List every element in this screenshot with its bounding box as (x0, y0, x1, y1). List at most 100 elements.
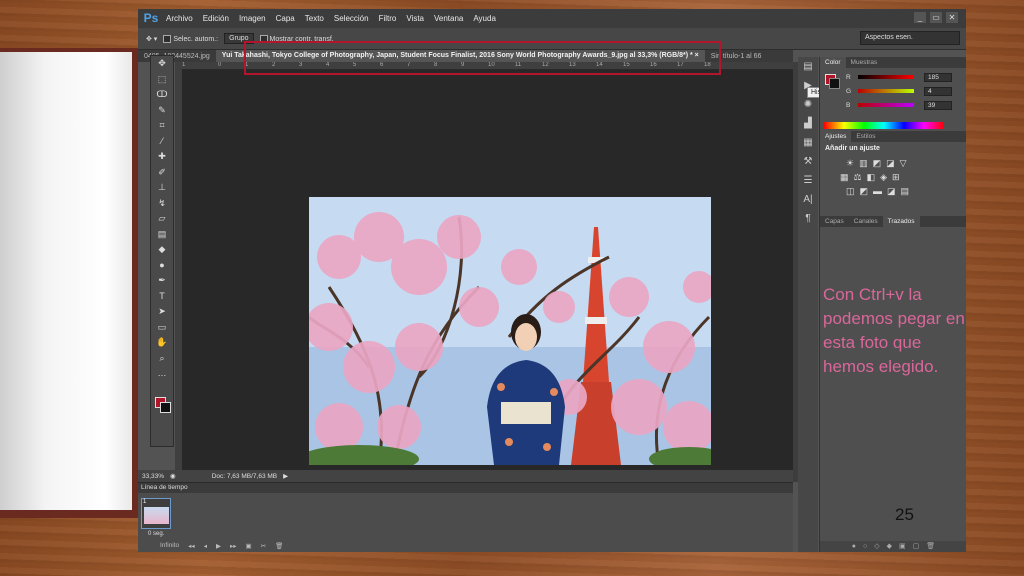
photoshop-window: Ps Archivo Edición Imagen Capa Texto Sel… (138, 9, 966, 552)
levels-icon[interactable]: ▥ (859, 158, 868, 169)
channel-mixer-icon[interactable]: ⊞ (892, 172, 900, 183)
prev-frame-icon[interactable]: ◂ (204, 542, 207, 550)
invert-icon[interactable]: ◫ (846, 186, 855, 197)
character-icon[interactable]: A| (798, 190, 818, 209)
tab-paths[interactable]: Trazados (882, 216, 920, 227)
more-tools-icon[interactable]: … (151, 366, 173, 382)
trash-icon[interactable]: 🗑 (275, 542, 283, 550)
lasso-tool-icon[interactable]: ↀ (151, 87, 173, 103)
auto-select-checkbox[interactable] (163, 34, 172, 43)
workspace-dropdown[interactable]: Aspectos esen. (860, 31, 960, 45)
load-selection-icon[interactable]: ◇ (874, 541, 879, 552)
move-tool-icon[interactable]: ✥ (151, 56, 173, 72)
properties-icon[interactable]: ☰ (798, 171, 818, 190)
menu-texto[interactable]: Texto (300, 14, 329, 23)
selective-color-icon[interactable]: ◪ (887, 186, 896, 197)
curves-icon[interactable]: ◩ (873, 158, 882, 169)
duplicate-frame-icon[interactable]: ▣ (245, 542, 251, 550)
add-mask-icon[interactable]: ▣ (899, 541, 906, 552)
frame-delay[interactable]: 0 seg. (148, 531, 164, 537)
document-photo[interactable] (309, 197, 711, 465)
zoom-level[interactable]: 33,33% (142, 473, 164, 480)
healing-tool-icon[interactable]: ✚ (151, 149, 173, 165)
red-value-input[interactable]: 185 (924, 72, 952, 82)
canvas-area[interactable] (182, 70, 793, 470)
hand-tool-icon[interactable]: ✋ (151, 335, 173, 351)
make-path-icon[interactable]: ◆ (887, 541, 892, 552)
pen-tool-icon[interactable]: ✒ (151, 273, 173, 289)
minimize-button[interactable]: _ (914, 12, 926, 23)
delete-path-icon[interactable]: 🗑 (926, 541, 935, 552)
photo-filter-icon[interactable]: ◈ (880, 172, 887, 183)
menu-capa[interactable]: Capa (271, 14, 300, 23)
loop-dropdown[interactable]: Infinito (160, 542, 179, 550)
tab-styles[interactable]: Estilos (851, 131, 880, 142)
stroke-path-icon[interactable]: ○ (863, 541, 867, 552)
fill-path-icon[interactable]: ● (852, 541, 856, 552)
threshold-icon[interactable]: ▬ (873, 186, 882, 197)
auto-select-option[interactable]: Selec. autom.: (163, 34, 218, 43)
hue-saturation-icon[interactable]: ▦ (840, 172, 849, 183)
zoom-tool-icon[interactable]: ⌕ (151, 351, 173, 367)
marquee-tool-icon[interactable]: ⬚ (151, 72, 173, 88)
brush-tool-icon[interactable]: ✐ (151, 165, 173, 181)
tool-presets-icon[interactable]: ⚒ (798, 152, 818, 171)
menu-vista[interactable]: Vista (401, 14, 429, 23)
close-button[interactable]: ✕ (946, 12, 958, 23)
background-color-swatch[interactable] (160, 402, 171, 413)
vibrance-icon[interactable]: ▽ (900, 158, 907, 169)
frame-thumbnail (144, 507, 169, 524)
maximize-button[interactable]: ▭ (930, 12, 942, 23)
type-tool-icon[interactable]: T (151, 289, 173, 305)
menu-filtro[interactable]: Filtro (374, 14, 402, 23)
tween-icon[interactable]: ✂ (261, 542, 266, 550)
menu-ayuda[interactable]: Ayuda (468, 14, 501, 23)
green-slider[interactable] (858, 89, 914, 93)
status-arrow-icon[interactable]: ▶ (283, 472, 288, 480)
move-tool-icon[interactable]: ✥ ▾ (146, 35, 157, 43)
gradient-map-icon[interactable]: ▤ (901, 186, 910, 197)
brightness-icon[interactable]: ☀ (846, 158, 854, 169)
quick-select-tool-icon[interactable]: ✎ (151, 103, 173, 119)
black-white-icon[interactable]: ◧ (867, 172, 876, 183)
blur-tool-icon[interactable]: ◆ (151, 242, 173, 258)
green-value-input[interactable]: 4 (924, 86, 952, 96)
shape-tool-icon[interactable]: ▭ (151, 320, 173, 336)
tab-channels[interactable]: Canales (849, 216, 883, 227)
history-icon[interactable]: ▤ (798, 57, 818, 76)
posterize-icon[interactable]: ◩ (860, 186, 869, 197)
menu-seleccion[interactable]: Selección (329, 14, 374, 23)
dodge-tool-icon[interactable]: ● (151, 258, 173, 274)
status-icon[interactable]: ◉ (170, 472, 176, 480)
tab-swatches[interactable]: Muestras (846, 57, 883, 68)
play-icon[interactable]: ▶ (216, 542, 221, 550)
info-icon[interactable]: ▦ (798, 133, 818, 152)
timeline-frame[interactable]: 1 (141, 498, 171, 529)
color-balance-icon[interactable]: ⚖ (854, 172, 862, 183)
tab-adjustments[interactable]: Ajustes (820, 131, 852, 142)
menu-ventana[interactable]: Ventana (429, 14, 468, 23)
blue-value-input[interactable]: 39 (924, 100, 952, 110)
menu-imagen[interactable]: Imagen (234, 14, 271, 23)
eraser-tool-icon[interactable]: ▱ (151, 211, 173, 227)
crop-tool-icon[interactable]: ⌗ (151, 118, 173, 134)
gradient-tool-icon[interactable]: ▤ (151, 227, 173, 243)
path-select-tool-icon[interactable]: ➤ (151, 304, 173, 320)
next-frame-icon[interactable]: ▸▸ (230, 542, 237, 550)
histogram-icon[interactable]: ▟ (798, 114, 818, 133)
paragraph-icon[interactable]: ¶ (798, 209, 818, 228)
menu-edicion[interactable]: Edición (198, 14, 234, 23)
first-frame-icon[interactable]: ◂◂ (188, 542, 195, 550)
eyedropper-tool-icon[interactable]: ⁄ (151, 134, 173, 150)
history-brush-tool-icon[interactable]: ↯ (151, 196, 173, 212)
tab-layers[interactable]: Capas (820, 216, 849, 227)
color-background-swatch[interactable] (829, 78, 840, 89)
color-spectrum[interactable] (824, 122, 944, 129)
new-path-icon[interactable]: ▢ (913, 541, 920, 552)
blue-slider[interactable] (858, 103, 914, 107)
exposure-icon[interactable]: ◪ (886, 158, 895, 169)
menu-archivo[interactable]: Archivo (161, 14, 198, 23)
red-slider[interactable] (858, 75, 914, 79)
tab-color[interactable]: Color (820, 57, 846, 68)
stamp-tool-icon[interactable]: ⊥ (151, 180, 173, 196)
